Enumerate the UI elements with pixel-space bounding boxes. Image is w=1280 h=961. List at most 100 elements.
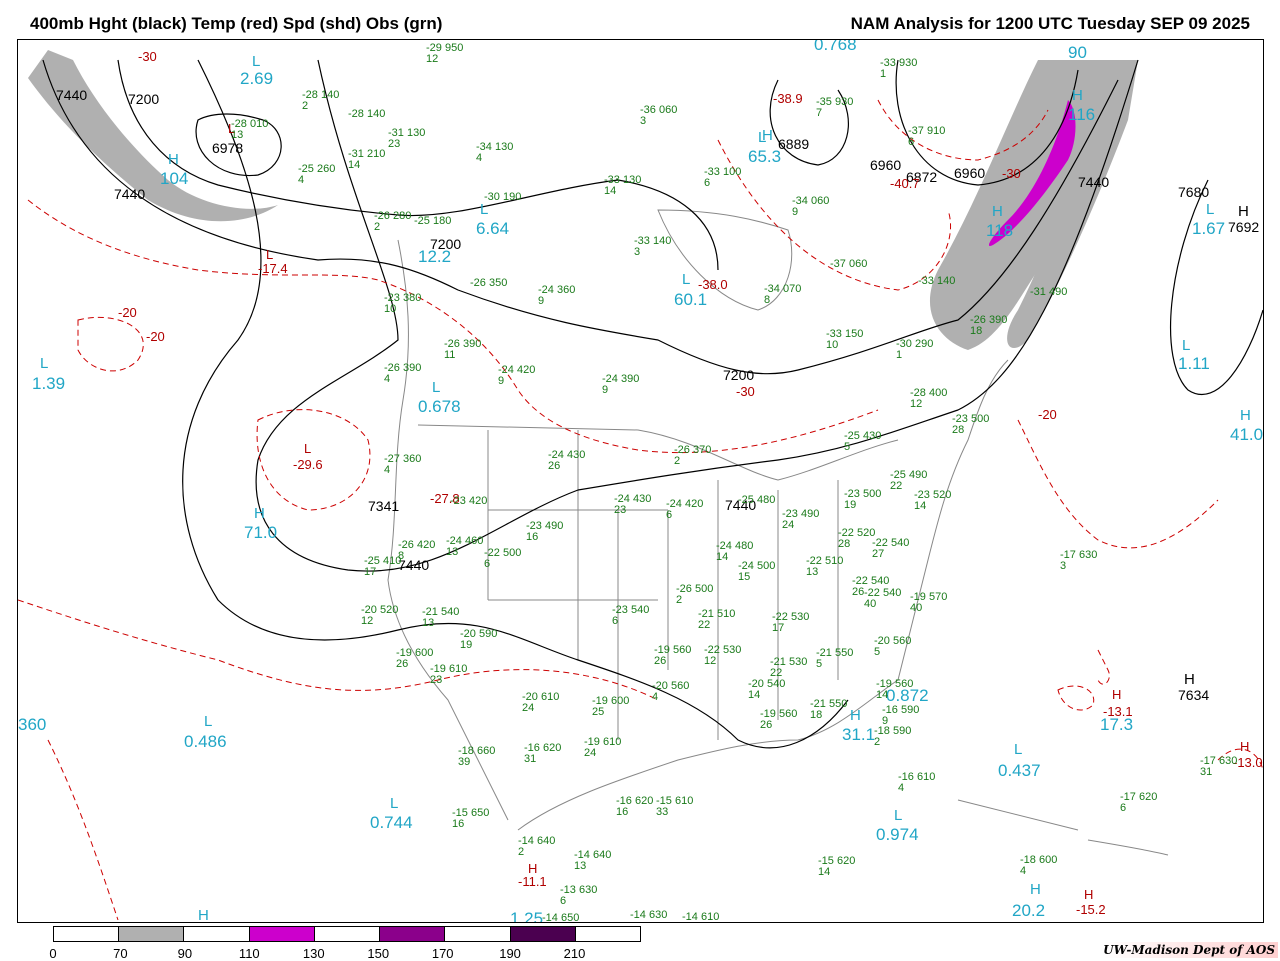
height-label: 7341 bbox=[368, 498, 400, 514]
credit-label: UW-Madison Dept of AOS bbox=[1100, 942, 1278, 958]
height-label: 6889 bbox=[778, 136, 810, 152]
obs-station: -21 530 22 bbox=[770, 656, 808, 679]
obs-station: -22 540 40 bbox=[864, 587, 902, 610]
speed-value-label: 0.486 bbox=[184, 732, 227, 751]
obs-station: -14 630 bbox=[630, 909, 668, 921]
speed-value-label: 41.0 bbox=[1230, 425, 1264, 444]
us-canada-border bbox=[417, 424, 899, 481]
speed-legend bbox=[53, 926, 641, 942]
low-marker: L bbox=[204, 713, 213, 730]
high-marker: H bbox=[528, 861, 538, 876]
obs-station: -22 530 12 bbox=[704, 644, 742, 667]
obs-station: -25 480 bbox=[738, 494, 776, 506]
obs-station: -24 360 9 bbox=[538, 284, 576, 307]
temp-label: -17.4 bbox=[258, 261, 288, 276]
speed-value-label: 118 bbox=[986, 221, 1014, 240]
speed-value-label: 1.39 bbox=[32, 374, 66, 393]
obs-station: -19 560 26 bbox=[760, 708, 798, 731]
obs-station: -25 410 17 bbox=[364, 555, 402, 578]
obs-station: -16 590 9 bbox=[882, 704, 920, 727]
speed-value-label: 0.974 bbox=[876, 825, 919, 844]
temp-label: -13.0 bbox=[1233, 755, 1263, 770]
speed-value-label: 12.2 bbox=[418, 247, 452, 266]
obs-station: -34 070 8 bbox=[764, 283, 802, 306]
speed-value-label: 0.744 bbox=[370, 813, 413, 832]
legend-tick: 170 bbox=[431, 946, 454, 961]
height-label: 7200 bbox=[723, 367, 755, 383]
high-marker: H bbox=[1112, 687, 1122, 702]
high-marker: H bbox=[198, 907, 209, 923]
obs-station: -26 390 11 bbox=[444, 338, 482, 361]
obs-station: -34 130 4 bbox=[476, 141, 514, 164]
obs-station: -21 550 18 bbox=[810, 698, 848, 721]
obs-station: -24 500 15 bbox=[738, 560, 776, 583]
high-marker: H bbox=[1030, 881, 1041, 898]
obs-station: -30 190 bbox=[484, 191, 522, 203]
west-coast bbox=[387, 239, 509, 821]
obs-station: -28 400 12 bbox=[910, 387, 948, 410]
obs-station: -19 610 24 bbox=[584, 736, 622, 759]
low-marker: L bbox=[894, 807, 903, 824]
obs-station: -19 570 40 bbox=[910, 591, 948, 614]
speed-value-label: 31.1 bbox=[842, 725, 876, 744]
obs-station: -23 490 24 bbox=[782, 508, 820, 531]
low-marker: L bbox=[40, 355, 49, 372]
low-marker: L bbox=[682, 271, 691, 288]
speed-value-label: 116 bbox=[1068, 105, 1096, 124]
obs-station: -31 130 23 bbox=[388, 127, 426, 150]
obs-station: -24 420 6 bbox=[666, 498, 704, 521]
obs-station: -23 540 6 bbox=[612, 604, 650, 627]
legend-tick: 190 bbox=[499, 946, 521, 961]
temp-label: -11.1 bbox=[518, 874, 547, 889]
obs-station: -23 500 19 bbox=[844, 488, 882, 511]
obs-station: -15 650 16 bbox=[452, 807, 490, 830]
legend-cell-150-170 bbox=[380, 927, 446, 941]
low-marker: L bbox=[266, 247, 274, 262]
obs-station: -15 610 33 bbox=[656, 795, 694, 818]
obs-station: -21 550 5 bbox=[816, 647, 854, 670]
obs-station: -16 610 4 bbox=[898, 771, 936, 794]
geography-outlines bbox=[387, 209, 1169, 856]
speed-value-label: 104 bbox=[160, 169, 189, 188]
legend-tick: 130 bbox=[302, 946, 325, 961]
temp-label: -38.9 bbox=[773, 91, 803, 106]
obs-station: -26 280 2 bbox=[374, 210, 412, 233]
obs-station: -26 350 bbox=[470, 277, 508, 289]
chart-title: 400mb Hght (black) Temp (red) Spd (shd) … bbox=[30, 14, 443, 33]
speed-value-label: 90 bbox=[1068, 43, 1087, 62]
height-label: 6960 bbox=[870, 157, 902, 173]
obs-station: -37 060 bbox=[830, 258, 868, 270]
obs-station: -22 520 28 bbox=[838, 527, 876, 550]
temp-label: -15.2 bbox=[1076, 902, 1106, 917]
legend-cell-70-90 bbox=[119, 927, 185, 941]
speed-value-label: 360 bbox=[18, 715, 47, 734]
obs-station: -25 180 bbox=[414, 215, 452, 227]
obs-station: -29 950 12 bbox=[426, 42, 464, 65]
obs-station: -33 140 3 bbox=[634, 235, 672, 258]
obs-station: -19 560 26 bbox=[654, 644, 692, 667]
low-marker: L bbox=[304, 441, 312, 456]
speed-value-label: 0.437 bbox=[998, 761, 1041, 780]
height-label: 7440 bbox=[56, 87, 88, 103]
speed-value-label: 0.678 bbox=[418, 397, 461, 416]
obs-station: -16 620 31 bbox=[524, 742, 562, 765]
obs-station: -18 590 2 bbox=[874, 725, 912, 748]
height-label: 7440 bbox=[1078, 174, 1110, 190]
temp-label: -30 bbox=[736, 384, 755, 399]
obs-station: -26 370 2 bbox=[674, 444, 712, 467]
high-marker: H bbox=[1184, 671, 1195, 688]
obs-station: -28 010 13 bbox=[231, 118, 269, 141]
obs-station: -19 610 23 bbox=[430, 663, 468, 686]
speed-value-label: 6.64 bbox=[476, 219, 510, 238]
high-marker: H bbox=[762, 127, 773, 144]
obs-station: -31 210 14 bbox=[348, 148, 386, 171]
obs-station: -28 140 bbox=[348, 108, 386, 120]
legend-tick: 110 bbox=[238, 946, 260, 961]
temp-label: -30 bbox=[1002, 166, 1021, 181]
obs-station: -24 420 9 bbox=[498, 364, 536, 387]
legend-cell-0-70 bbox=[54, 927, 120, 941]
obs-station: -24 460 13 bbox=[446, 535, 484, 558]
obs-station: -36 060 3 bbox=[640, 104, 678, 127]
obs-station: -26 420 8 bbox=[398, 539, 436, 562]
legend-cell-190-210 bbox=[510, 927, 576, 941]
